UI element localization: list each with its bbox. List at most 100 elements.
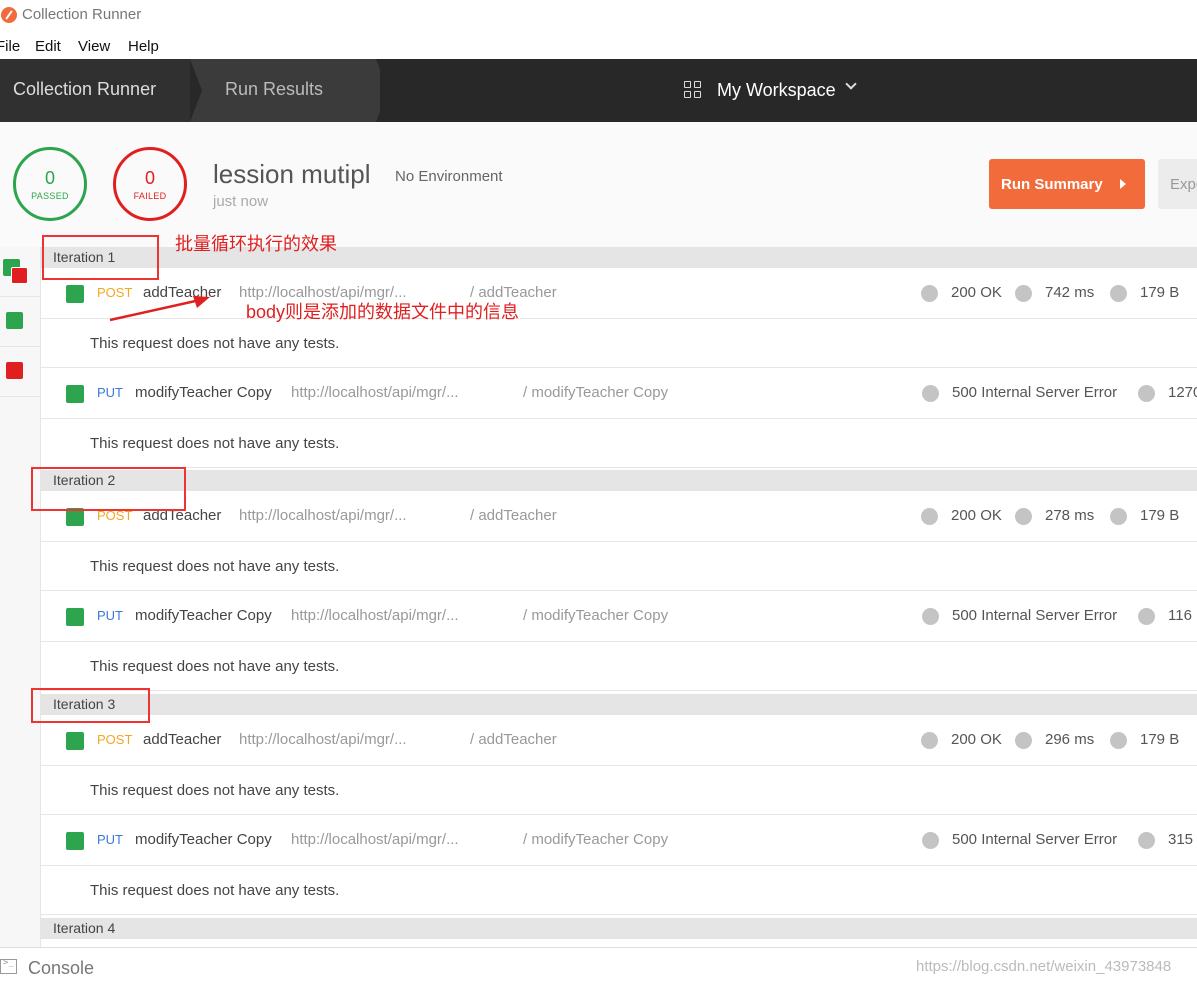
fail-square-icon bbox=[11, 267, 28, 284]
passed-counter: 0 PASSED bbox=[13, 147, 87, 221]
response-size: 179 B bbox=[1140, 284, 1180, 301]
request-name: addTeacher bbox=[143, 731, 222, 748]
time-dot-icon bbox=[1015, 732, 1032, 749]
pass-square-icon bbox=[66, 385, 84, 403]
menu-help[interactable]: Help bbox=[128, 38, 159, 55]
time-dot-icon bbox=[1015, 508, 1032, 525]
request-method: PUT bbox=[97, 385, 123, 400]
request-method: PUT bbox=[97, 832, 123, 847]
response-time: 1270 bbox=[1168, 384, 1197, 401]
iteration-header: Iteration 2 bbox=[41, 470, 1197, 491]
failed-count: 0 bbox=[144, 168, 155, 188]
pass-square-icon bbox=[66, 732, 84, 750]
menu-edit[interactable]: Edit bbox=[35, 38, 61, 55]
status-dot-icon bbox=[921, 732, 938, 749]
request-row[interactable]: PUT modifyTeacher Copy http://localhost/… bbox=[41, 815, 1197, 866]
time-dot-icon bbox=[1138, 385, 1155, 402]
failed-counter: 0 FAILED bbox=[113, 147, 187, 221]
response-time: 296 ms bbox=[1045, 731, 1095, 748]
response-time: 278 ms bbox=[1045, 507, 1095, 524]
request-url: http://localhost/api/mgr/... bbox=[239, 731, 407, 748]
annotation-note-body: body则是添加的数据文件中的信息 bbox=[246, 302, 520, 322]
environment-label: No Environment bbox=[395, 168, 503, 185]
export-button[interactable]: Expo bbox=[1158, 159, 1197, 209]
size-dot-icon bbox=[1110, 285, 1127, 302]
runner-header: Collection Runner Run Results My Workspa… bbox=[0, 59, 1197, 122]
response-status: 500 Internal Server Error bbox=[952, 384, 1118, 401]
request-row[interactable]: POST addTeacher http://localhost/api/mgr… bbox=[41, 715, 1197, 766]
postman-app-icon bbox=[1, 7, 17, 23]
run-name: lession mutipl bbox=[213, 159, 371, 189]
gutter-iteration-2[interactable] bbox=[0, 297, 41, 347]
response-time: 116 bbox=[1168, 607, 1192, 624]
tests-message: This request does not have any tests. bbox=[41, 319, 1197, 368]
run-timestamp: just now bbox=[213, 193, 269, 210]
iteration-header: Iteration 4 bbox=[41, 918, 1197, 939]
response-status: 500 Internal Server Error bbox=[952, 831, 1118, 848]
workspace-grid-icon bbox=[684, 81, 702, 99]
menu-bar: File Edit View Help bbox=[0, 36, 1197, 58]
tests-message: This request does not have any tests. bbox=[41, 419, 1197, 468]
menu-view[interactable]: View bbox=[78, 38, 110, 55]
failed-label: FAILED bbox=[133, 191, 167, 201]
request-url: http://localhost/api/mgr/... bbox=[291, 384, 459, 401]
request-path: / modifyTeacher Copy bbox=[523, 384, 669, 401]
response-status: 500 Internal Server Error bbox=[952, 607, 1118, 624]
request-path: / modifyTeacher Copy bbox=[523, 607, 669, 624]
response-size: 179 B bbox=[1140, 731, 1180, 748]
iteration-gutter bbox=[0, 247, 41, 947]
tests-message: This request does not have any tests. bbox=[41, 542, 1197, 591]
breadcrumb-collection-runner[interactable]: Collection Runner bbox=[0, 59, 190, 122]
response-time: 742 ms bbox=[1045, 284, 1095, 301]
request-row[interactable]: POST addTeacher http://localhost/api/mgr… bbox=[41, 491, 1197, 542]
response-status: 200 OK bbox=[951, 731, 1002, 748]
console-icon[interactable] bbox=[0, 958, 17, 974]
size-dot-icon bbox=[1110, 508, 1127, 525]
title-bar: Collection Runner bbox=[0, 0, 1197, 32]
gutter-iteration-1[interactable] bbox=[0, 247, 41, 297]
menu-file[interactable]: File bbox=[0, 38, 20, 55]
request-method: POST bbox=[97, 732, 133, 747]
time-dot-icon bbox=[1138, 832, 1155, 849]
time-dot-icon bbox=[1015, 285, 1032, 302]
annotation-arrow-icon bbox=[109, 296, 210, 322]
pass-square-icon bbox=[66, 832, 84, 850]
request-path: / modifyTeacher Copy bbox=[523, 831, 669, 848]
request-name: modifyTeacher Copy bbox=[135, 607, 272, 624]
run-summary-button[interactable]: Run Summary bbox=[989, 159, 1145, 209]
gutter-iteration-3[interactable] bbox=[0, 347, 41, 397]
pass-square-icon bbox=[6, 312, 23, 329]
fail-square-icon bbox=[6, 362, 23, 379]
request-url: http://localhost/api/mgr/... bbox=[291, 831, 459, 848]
status-dot-icon bbox=[922, 385, 939, 402]
request-row[interactable]: PUT modifyTeacher Copy http://localhost/… bbox=[41, 368, 1197, 419]
tests-message: This request does not have any tests. bbox=[41, 642, 1197, 691]
iteration-header: Iteration 3 bbox=[41, 694, 1197, 715]
request-name: modifyTeacher Copy bbox=[135, 831, 272, 848]
response-status: 200 OK bbox=[951, 284, 1002, 301]
breadcrumb-run-results[interactable]: Run Results bbox=[190, 59, 380, 122]
annotation-note-loop: 批量循环执行的效果 bbox=[175, 234, 337, 254]
run-summary-panel: 0 PASSED 0 FAILED lession mutipl No Envi… bbox=[0, 122, 1197, 247]
status-dot-icon bbox=[922, 608, 939, 625]
request-path: / addTeacher bbox=[470, 507, 557, 524]
results-list: Iteration 1 POST addTeacher http://local… bbox=[41, 247, 1197, 947]
passed-count: 0 bbox=[44, 168, 55, 188]
response-status: 200 OK bbox=[951, 507, 1002, 524]
request-method: PUT bbox=[97, 608, 123, 623]
run-summary-label: Run Summary bbox=[1001, 176, 1103, 193]
status-dot-icon bbox=[921, 508, 938, 525]
watermark: https://blog.csdn.net/weixin_43973848 bbox=[916, 958, 1172, 975]
response-time: 315 bbox=[1168, 831, 1194, 848]
request-url: http://localhost/api/mgr/... bbox=[291, 607, 459, 624]
annotation-box bbox=[42, 235, 159, 280]
window-title: Collection Runner bbox=[22, 6, 142, 23]
tests-message: This request does not have any tests. bbox=[41, 866, 1197, 915]
console-button[interactable]: Console bbox=[28, 958, 94, 979]
size-dot-icon bbox=[1110, 732, 1127, 749]
passed-label: PASSED bbox=[31, 191, 69, 201]
request-row[interactable]: PUT modifyTeacher Copy http://localhost/… bbox=[41, 591, 1197, 642]
status-bar: Console https://blog.csdn.net/weixin_439… bbox=[0, 947, 1197, 983]
pass-square-icon bbox=[66, 285, 84, 303]
response-size: 179 B bbox=[1140, 507, 1180, 524]
